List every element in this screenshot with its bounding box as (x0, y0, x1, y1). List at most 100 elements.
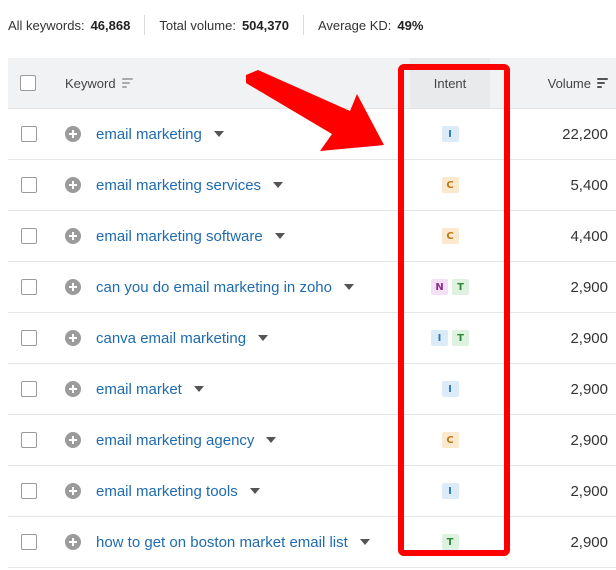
row-checkbox[interactable] (21, 483, 37, 499)
add-keyword-cell[interactable] (65, 262, 81, 312)
volume-cell: 2,900 (570, 517, 608, 567)
table-row: email marketing agency C 2,900 (8, 415, 616, 466)
keyword-link[interactable]: email marketing tools (96, 483, 238, 500)
row-checkbox[interactable] (21, 432, 37, 448)
add-circle-icon[interactable] (65, 279, 81, 295)
add-circle-icon[interactable] (65, 330, 81, 346)
intent-badge: I (431, 330, 448, 346)
caret-down-icon[interactable] (266, 437, 277, 443)
volume-cell: 2,900 (570, 415, 608, 465)
keyword-cell[interactable]: email marketing services (96, 160, 284, 210)
caret-down-icon[interactable] (258, 335, 269, 341)
volume-value: 22,200 (562, 125, 608, 143)
caret-down-icon[interactable] (213, 131, 224, 137)
intent-badge: T (452, 279, 469, 295)
add-circle-icon[interactable] (65, 381, 81, 397)
intent-badge: T (441, 534, 459, 550)
keyword-link[interactable]: how to get on boston market email list (96, 534, 348, 551)
row-checkbox[interactable] (21, 279, 37, 295)
volume-value: 2,900 (570, 482, 608, 500)
caret-down-icon[interactable] (193, 386, 204, 392)
row-select[interactable] (21, 160, 37, 210)
add-keyword-cell[interactable] (65, 109, 81, 159)
add-keyword-cell[interactable] (65, 466, 81, 516)
keyword-link[interactable]: can you do email marketing in zoho (96, 279, 332, 296)
caret-down-icon[interactable] (359, 539, 370, 545)
keyword-link[interactable]: email marketing services (96, 177, 261, 194)
row-select[interactable] (21, 415, 37, 465)
header-volume[interactable]: Volume (548, 58, 608, 108)
row-select[interactable] (21, 364, 37, 414)
add-circle-icon[interactable] (65, 534, 81, 550)
keyword-cell[interactable]: how to get on boston market email list (96, 517, 370, 567)
add-keyword-cell[interactable] (65, 517, 81, 567)
row-select[interactable] (21, 313, 37, 363)
intent-cell: C (410, 160, 490, 210)
keyword-cell[interactable]: email marketing agency (96, 415, 277, 465)
row-checkbox[interactable] (21, 330, 37, 346)
intent-cell: T (410, 517, 490, 567)
keyword-cell[interactable]: canva email marketing (96, 313, 269, 363)
row-select[interactable] (21, 517, 37, 567)
add-keyword-cell[interactable] (65, 160, 81, 210)
row-checkbox[interactable] (21, 126, 37, 142)
row-select[interactable] (21, 466, 37, 516)
stat-all-keywords: All keywords: 46,868 (0, 15, 144, 35)
intent-badge: I (441, 483, 459, 499)
add-keyword-cell[interactable] (65, 415, 81, 465)
add-circle-icon[interactable] (65, 228, 81, 244)
header-volume-label: Volume (547, 75, 591, 91)
keyword-cell[interactable]: email marketing software (96, 211, 285, 261)
add-circle-icon[interactable] (65, 126, 81, 142)
caret-down-icon[interactable] (249, 488, 260, 494)
keyword-link[interactable]: email marketing software (96, 228, 263, 245)
row-select[interactable] (21, 109, 37, 159)
keyword-link[interactable]: email marketing (96, 126, 202, 143)
stat-average-kd: Average KD: 49% (302, 15, 438, 35)
volume-cell: 2,900 (570, 262, 608, 312)
add-circle-icon[interactable] (65, 177, 81, 193)
keyword-link[interactable]: email market (96, 381, 182, 398)
intent-cell: IT (410, 313, 490, 363)
row-checkbox[interactable] (21, 228, 37, 244)
stat-value: 504,370 (241, 17, 289, 33)
keyword-link[interactable]: canva email marketing (96, 330, 246, 347)
intent-cell: I (410, 466, 490, 516)
add-keyword-cell[interactable] (65, 364, 81, 414)
header-select-all[interactable] (20, 58, 36, 108)
volume-cell: 22,200 (562, 109, 608, 159)
add-keyword-cell[interactable] (65, 313, 81, 363)
caret-down-icon[interactable] (274, 233, 285, 239)
keyword-cell[interactable]: can you do email marketing in zoho (96, 262, 354, 312)
add-circle-icon[interactable] (65, 483, 81, 499)
table-row: email marketing I 22,200 (8, 109, 616, 160)
volume-value: 2,900 (570, 533, 608, 551)
add-circle-icon[interactable] (65, 432, 81, 448)
row-checkbox[interactable] (21, 534, 37, 550)
row-checkbox[interactable] (21, 177, 37, 193)
keyword-link[interactable]: email marketing agency (96, 432, 254, 449)
table-header: Keyword Intent Volume (8, 58, 616, 109)
row-select[interactable] (21, 262, 37, 312)
volume-cell: 2,900 (570, 364, 608, 414)
table-row: email market I 2,900 (8, 364, 616, 415)
header-intent[interactable]: Intent (410, 58, 490, 108)
keyword-cell[interactable]: email marketing (96, 109, 224, 159)
caret-down-icon[interactable] (343, 284, 354, 290)
row-checkbox[interactable] (21, 381, 37, 397)
add-keyword-cell[interactable] (65, 211, 81, 261)
select-all-checkbox[interactable] (20, 75, 36, 91)
row-select[interactable] (21, 211, 37, 261)
table-row: email marketing software C 4,400 (8, 211, 616, 262)
header-keyword[interactable]: Keyword (65, 58, 133, 108)
caret-down-icon[interactable] (273, 182, 284, 188)
intent-badge: T (452, 330, 469, 346)
volume-cell: 5,400 (570, 160, 608, 210)
intent-badge: I (441, 126, 459, 142)
keyword-cell[interactable]: email marketing tools (96, 466, 260, 516)
stat-value: 46,868 (90, 17, 131, 33)
sort-icon[interactable] (121, 78, 133, 88)
keyword-cell[interactable]: email market (96, 364, 204, 414)
intent-badge: C (441, 177, 459, 193)
sort-desc-icon[interactable] (597, 78, 608, 88)
